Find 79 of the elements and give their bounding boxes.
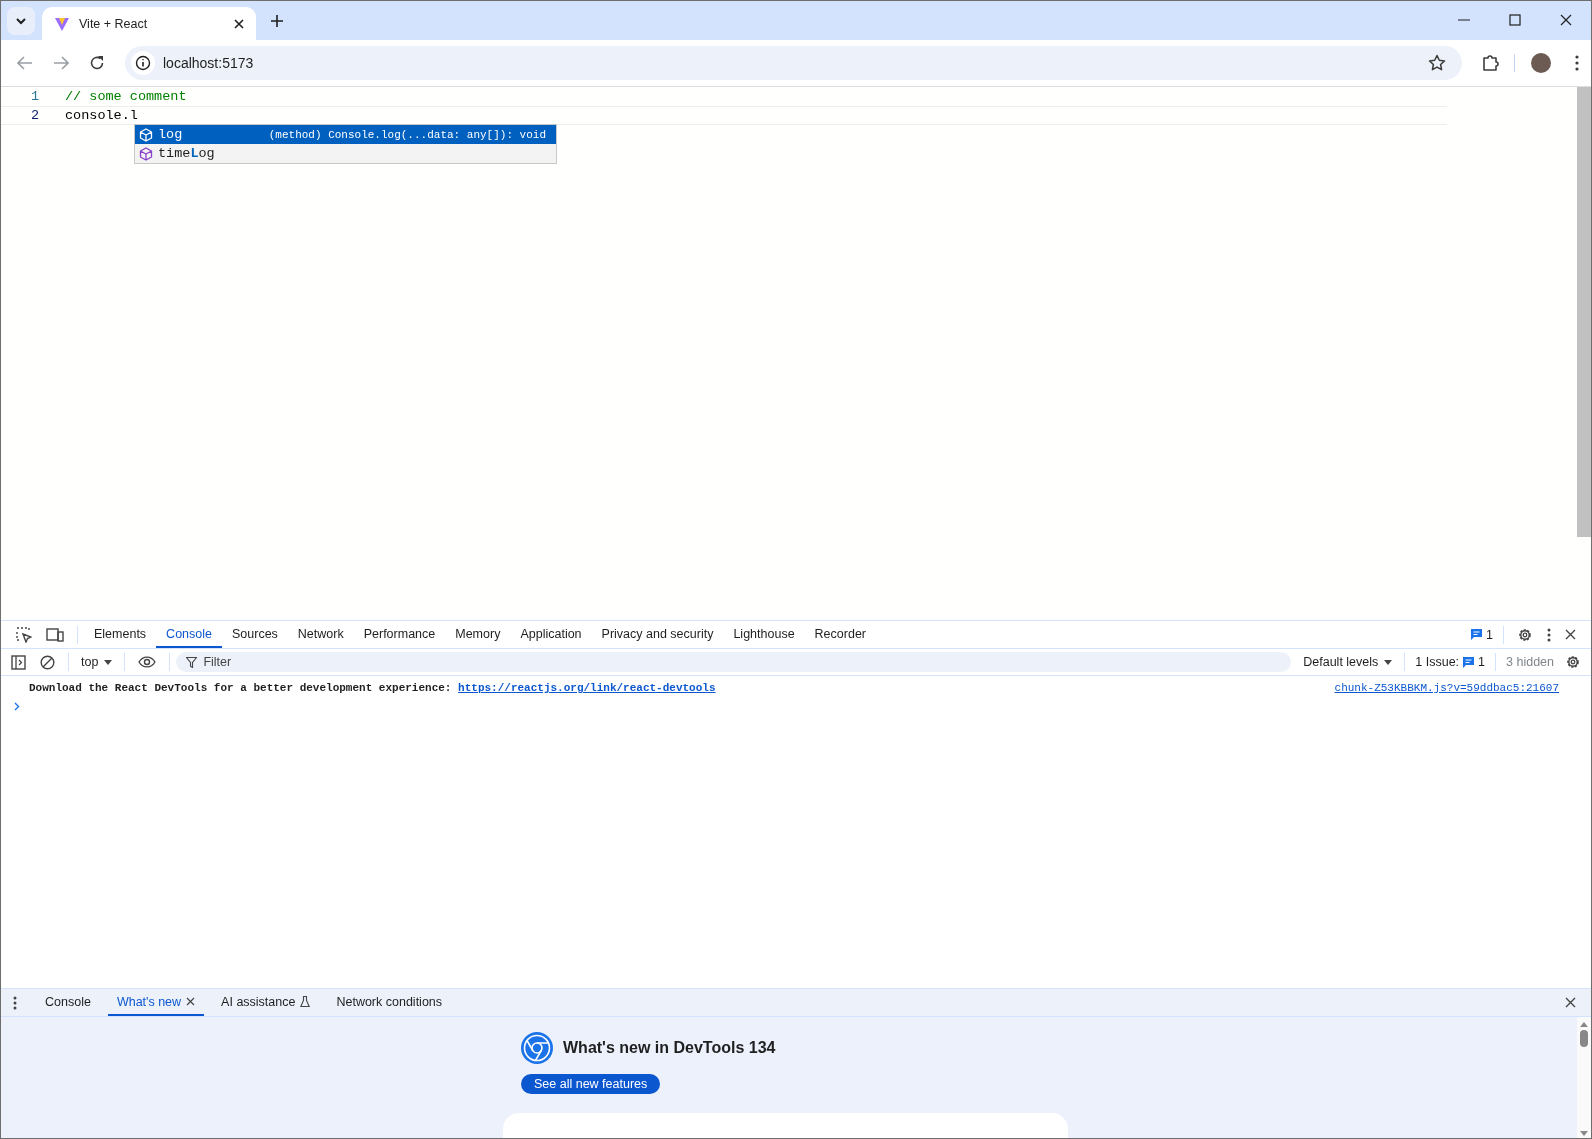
- sidebar-toggle-icon[interactable]: [11, 654, 26, 670]
- plus-icon[interactable]: [271, 15, 283, 27]
- forward-arrow-icon[interactable]: [53, 56, 69, 70]
- code-line: console.l: [65, 108, 138, 123]
- more-vertical-icon[interactable]: [1547, 627, 1551, 642]
- cube-icon: [139, 146, 153, 161]
- chrome-logo-icon: [521, 1032, 553, 1064]
- issues-button[interactable]: 1 Issue: 1: [1411, 655, 1490, 669]
- link[interactable]: https://reactjs.org/link/react-devtools: [458, 682, 716, 694]
- more-vertical-icon[interactable]: [13, 995, 17, 1010]
- tab-title: Vite + React: [79, 16, 149, 31]
- tab-search-button[interactable]: [7, 7, 35, 35]
- close-icon[interactable]: [234, 18, 244, 29]
- scrollbar-thumb[interactable]: [1577, 87, 1591, 537]
- issue-count: 1: [1486, 627, 1493, 642]
- back-arrow-icon[interactable]: [17, 56, 33, 70]
- suggestion-label: timeLog: [158, 146, 215, 161]
- devtools-tab[interactable]: Network: [287, 621, 354, 648]
- console-message: Download the React DevTools for a better development experience: https://reactjs.org/link/react-devtools: [29, 682, 716, 694]
- suggestion-item[interactable]: timeLog: [135, 144, 556, 163]
- filter-icon: [186, 657, 198, 668]
- cube-icon: [139, 127, 153, 142]
- drawer-tab[interactable]: Network conditions: [327, 989, 452, 1016]
- message-icon: [1471, 629, 1483, 640]
- close-icon[interactable]: [186, 997, 196, 1006]
- issues-button[interactable]: 1: [1467, 627, 1497, 642]
- star-icon[interactable]: [1428, 54, 1446, 72]
- line-number: 2: [29, 108, 40, 123]
- line-number: 1: [29, 89, 40, 104]
- devtools-tab[interactable]: Application: [510, 621, 592, 648]
- context-dropdown[interactable]: top: [75, 655, 119, 669]
- drawer-tab[interactable]: Console: [36, 989, 100, 1016]
- flask-icon: [300, 996, 311, 1007]
- devtools-tab[interactable]: Elements: [84, 621, 157, 648]
- devtools-tab[interactable]: Console: [156, 621, 222, 648]
- scroll-down-icon[interactable]: [1580, 1131, 1588, 1136]
- url-text: localhost:5173: [163, 55, 254, 71]
- avatar[interactable]: [1531, 53, 1551, 73]
- device-toolbar-icon[interactable]: [46, 626, 64, 643]
- drawer-tab[interactable]: AI assistance: [212, 989, 320, 1016]
- inspect-element-icon[interactable]: [16, 626, 32, 643]
- suggestion-item[interactable]: log (method) Console.log(...data: any[]): void: [135, 125, 556, 144]
- more-vertical-icon[interactable]: [1575, 55, 1579, 71]
- source-link[interactable]: chunk-Z53KBBKM.js?v=59ddbac5:21607: [1334, 682, 1559, 694]
- code-line: // some comment: [65, 89, 187, 104]
- devtools-tab[interactable]: Lighthouse: [723, 621, 805, 648]
- scroll-up-icon[interactable]: [1580, 1022, 1588, 1027]
- panel-heading: What's new in DevTools 134: [563, 1039, 776, 1057]
- see-features-button[interactable]: See all new features: [521, 1074, 661, 1094]
- info-icon[interactable]: [131, 51, 155, 75]
- hidden-count: 3 hidden: [1506, 655, 1554, 669]
- chevron-down-icon: [15, 17, 27, 25]
- maximize-icon[interactable]: [1509, 14, 1521, 26]
- filter-field[interactable]: Filter: [176, 652, 1292, 672]
- devtools-tab[interactable]: Memory: [445, 621, 511, 648]
- close-icon[interactable]: [1565, 997, 1576, 1008]
- triangle-logo-icon: [54, 15, 70, 32]
- puzzle-piece-icon[interactable]: [1482, 54, 1500, 72]
- reload-icon[interactable]: [89, 55, 105, 71]
- devtools-tab[interactable]: Sources: [222, 621, 288, 648]
- scrollbar-thumb[interactable]: [1580, 1030, 1588, 1047]
- settings-icon[interactable]: [1565, 654, 1581, 670]
- message-icon: [1463, 656, 1475, 668]
- address-bar[interactable]: localhost:5173: [125, 46, 1462, 80]
- settings-icon[interactable]: [1517, 626, 1533, 643]
- eye-icon[interactable]: [138, 656, 157, 668]
- devtools-tab[interactable]: Performance: [353, 621, 446, 648]
- browser-tab[interactable]: Vite + React: [42, 7, 256, 40]
- dropdown-triangle-icon: [1384, 660, 1393, 665]
- dropdown-triangle-icon: [104, 660, 113, 665]
- close-icon[interactable]: [1560, 14, 1572, 26]
- suggestion-detail: (method) Console.log(...data: any[]): void: [268, 128, 546, 141]
- close-icon[interactable]: [1565, 629, 1576, 640]
- log-levels-dropdown[interactable]: Default levels: [1297, 655, 1399, 669]
- devtools-tab[interactable]: Recorder: [804, 621, 876, 648]
- suggestion-label: log: [158, 127, 183, 142]
- devtools-tab[interactable]: Privacy and security: [591, 621, 724, 648]
- prompt-chevron-icon[interactable]: [14, 702, 20, 711]
- clear-icon[interactable]: [40, 654, 55, 670]
